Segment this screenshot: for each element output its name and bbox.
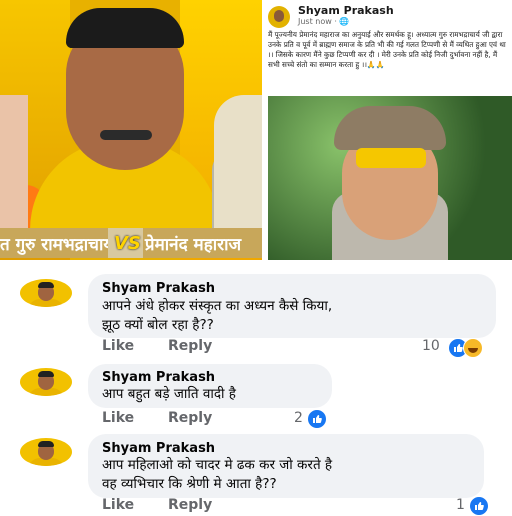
left-person	[0, 95, 28, 240]
comment-bubble: Shyam Prakash आप बहुत बड़े जाति वादी है	[88, 364, 332, 408]
photo-turban	[334, 106, 446, 150]
comment-bubble: Shyam Prakash आपने अंधे होकर संस्कृत का …	[88, 274, 496, 338]
vs-label: VS	[114, 232, 141, 254]
comment-bubble: Shyam Prakash आप महिलाओ को चादर मे ढक कर…	[88, 434, 484, 498]
comment-author[interactable]: Shyam Prakash	[102, 441, 215, 456]
photo-tilak	[356, 148, 426, 168]
comment-text-line1: आपने अंधे होकर संस्कृत का अध्यन कैसे किय…	[102, 298, 333, 314]
like-button[interactable]: Like	[102, 497, 134, 513]
comment-avatar[interactable]	[20, 438, 72, 466]
comment-author[interactable]: Shyam Prakash	[102, 281, 215, 296]
post-photo	[268, 96, 512, 260]
center-person-hair	[66, 8, 184, 48]
like-icon	[469, 496, 489, 516]
reaction-count[interactable]: 1	[456, 497, 465, 513]
thumbnail-collage: त गुरु रामभद्राचार्य VS प्रेमानंद महाराज	[0, 0, 262, 260]
center-person-moustache	[100, 130, 152, 140]
caption-left: त गुरु रामभद्राचार्य	[0, 228, 108, 258]
divider	[0, 260, 512, 264]
like-button[interactable]: Like	[102, 410, 134, 426]
like-icon	[307, 409, 327, 429]
reply-button[interactable]: Reply	[168, 410, 212, 426]
post-card: Shyam Prakash Just now · 🌐 मैं पूज्यनीय …	[262, 0, 512, 98]
comment-avatar[interactable]	[20, 279, 72, 307]
caption-bar: त गुरु रामभद्राचार्य VS प्रेमानंद महाराज	[0, 228, 262, 258]
like-button[interactable]: Like	[102, 338, 134, 354]
comment-text-line1: आप बहुत बड़े जाति वादी है	[102, 386, 236, 402]
right-person	[214, 95, 262, 240]
post-body: मैं पूज्यनीय प्रेमानंद महाराज का अनुयाई …	[268, 30, 506, 69]
comment-avatar[interactable]	[20, 368, 72, 396]
comment-text-line2: वह व्यभिचार कि श्रेणी मे आता है??	[102, 476, 277, 492]
caption-right: प्रेमानंद महाराज	[142, 228, 262, 258]
comment-text-line2: झूठ क्यों बोल रहा है??	[102, 317, 214, 333]
post-author[interactable]: Shyam Prakash	[298, 4, 394, 17]
post-avatar[interactable]	[268, 6, 290, 28]
comment-author[interactable]: Shyam Prakash	[102, 370, 215, 385]
reply-button[interactable]: Reply	[168, 497, 212, 513]
reply-button[interactable]: Reply	[168, 338, 212, 354]
comment-text-line1: आप महिलाओ को चादर मे ढक कर जो करते है	[102, 457, 333, 473]
post-meta: Just now · 🌐	[298, 17, 350, 26]
reaction-count[interactable]: 2	[294, 410, 303, 426]
reaction-count[interactable]: 10	[422, 338, 440, 354]
haha-icon	[463, 338, 483, 358]
